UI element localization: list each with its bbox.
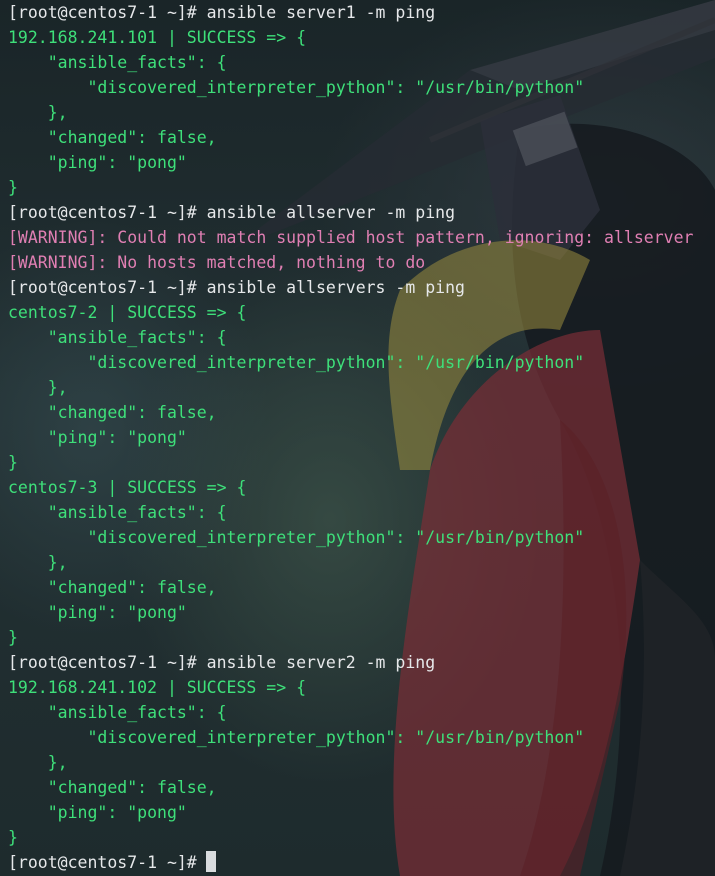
output-text: } bbox=[8, 828, 18, 847]
success-output-line: } bbox=[8, 625, 693, 650]
command-line: [root@centos7-1 ~]# bbox=[8, 850, 693, 875]
shell-prompt: [root@centos7-1 ~]# bbox=[8, 203, 197, 222]
output-text: centos7-3 | SUCCESS => { bbox=[8, 478, 247, 497]
output-text: "discovered_interpreter_python": "/usr/b… bbox=[8, 78, 585, 97]
success-output-line: }, bbox=[8, 375, 693, 400]
success-output-line: "changed": false, bbox=[8, 575, 693, 600]
command-text: ansible allservers -m ping bbox=[196, 278, 465, 297]
success-output-line: }, bbox=[8, 750, 693, 775]
output-text: 192.168.241.102 | SUCCESS => { bbox=[8, 678, 307, 697]
shell-prompt: [root@centos7-1 ~]# bbox=[8, 278, 197, 297]
command-line: [root@centos7-1 ~]# ansible allserver -m… bbox=[8, 200, 693, 225]
success-output-line: } bbox=[8, 175, 693, 200]
shell-prompt: [root@centos7-1 ~]# bbox=[8, 653, 197, 672]
success-output-line: 192.168.241.101 | SUCCESS => { bbox=[8, 25, 693, 50]
success-output-line: 192.168.241.102 | SUCCESS => { bbox=[8, 675, 693, 700]
warning-text: [WARNING]: Could not match supplied host… bbox=[8, 228, 694, 247]
block-cursor-icon[interactable] bbox=[205, 851, 216, 872]
success-output-line: "discovered_interpreter_python": "/usr/b… bbox=[8, 725, 693, 750]
warning-text: [WARNING]: No hosts matched, nothing to … bbox=[8, 253, 426, 272]
output-text: "discovered_interpreter_python": "/usr/b… bbox=[8, 728, 585, 747]
shell-prompt: [root@centos7-1 ~]# bbox=[8, 3, 197, 22]
output-text: centos7-2 | SUCCESS => { bbox=[8, 303, 247, 322]
output-text: } bbox=[8, 628, 18, 647]
success-output-line: "discovered_interpreter_python": "/usr/b… bbox=[8, 75, 693, 100]
success-output-line: "changed": false, bbox=[8, 400, 693, 425]
command-line: [root@centos7-1 ~]# ansible allservers -… bbox=[8, 275, 693, 300]
success-output-line: }, bbox=[8, 100, 693, 125]
success-output-line: "ansible_facts": { bbox=[8, 700, 693, 725]
output-text: "ping": "pong" bbox=[8, 428, 187, 447]
output-text: "ansible_facts": { bbox=[8, 328, 227, 347]
output-text: }, bbox=[8, 753, 68, 772]
output-text: "changed": false, bbox=[8, 778, 217, 797]
success-output-line: "changed": false, bbox=[8, 775, 693, 800]
success-output-line: centos7-3 | SUCCESS => { bbox=[8, 475, 693, 500]
success-output-line: "ping": "pong" bbox=[8, 600, 693, 625]
output-text: } bbox=[8, 178, 18, 197]
output-text: "changed": false, bbox=[8, 578, 217, 597]
success-output-line: "ansible_facts": { bbox=[8, 500, 693, 525]
success-output-line: } bbox=[8, 450, 693, 475]
output-text: }, bbox=[8, 378, 68, 397]
success-output-line: "ping": "pong" bbox=[8, 425, 693, 450]
output-text: "changed": false, bbox=[8, 403, 217, 422]
command-text: ansible server1 -m ping bbox=[196, 3, 436, 22]
output-text: "ping": "pong" bbox=[8, 603, 187, 622]
success-output-line: centos7-2 | SUCCESS => { bbox=[8, 300, 693, 325]
command-line: [root@centos7-1 ~]# ansible server2 -m p… bbox=[8, 650, 693, 675]
success-output-line: "discovered_interpreter_python": "/usr/b… bbox=[8, 350, 693, 375]
output-text: 192.168.241.101 | SUCCESS => { bbox=[8, 28, 307, 47]
command-text: ansible allserver -m ping bbox=[196, 203, 456, 222]
output-text: "discovered_interpreter_python": "/usr/b… bbox=[8, 353, 585, 372]
success-output-line: "ansible_facts": { bbox=[8, 325, 693, 350]
command-line: [root@centos7-1 ~]# ansible server1 -m p… bbox=[8, 0, 693, 25]
success-output-line: "ansible_facts": { bbox=[8, 50, 693, 75]
warning-output-line: [WARNING]: No hosts matched, nothing to … bbox=[8, 250, 693, 275]
success-output-line: } bbox=[8, 825, 693, 850]
success-output-line: "ping": "pong" bbox=[8, 150, 693, 175]
success-output-line: "discovered_interpreter_python": "/usr/b… bbox=[8, 525, 693, 550]
success-output-line: }, bbox=[8, 550, 693, 575]
output-text: "ansible_facts": { bbox=[8, 703, 227, 722]
terminal-output[interactable]: [root@centos7-1 ~]# ansible server1 -m p… bbox=[8, 0, 693, 875]
shell-prompt: [root@centos7-1 ~]# bbox=[8, 853, 197, 872]
output-text: "ping": "pong" bbox=[8, 803, 187, 822]
warning-output-line: [WARNING]: Could not match supplied host… bbox=[8, 225, 693, 250]
command-text: ansible server2 -m ping bbox=[196, 653, 436, 672]
output-text: "ansible_facts": { bbox=[8, 503, 227, 522]
output-text: "discovered_interpreter_python": "/usr/b… bbox=[8, 528, 585, 547]
output-text: "ansible_facts": { bbox=[8, 53, 227, 72]
output-text: } bbox=[8, 453, 18, 472]
output-text: }, bbox=[8, 553, 68, 572]
output-text: }, bbox=[8, 103, 68, 122]
output-text: "ping": "pong" bbox=[8, 153, 187, 172]
success-output-line: "ping": "pong" bbox=[8, 800, 693, 825]
success-output-line: "changed": false, bbox=[8, 125, 693, 150]
output-text: "changed": false, bbox=[8, 128, 217, 147]
